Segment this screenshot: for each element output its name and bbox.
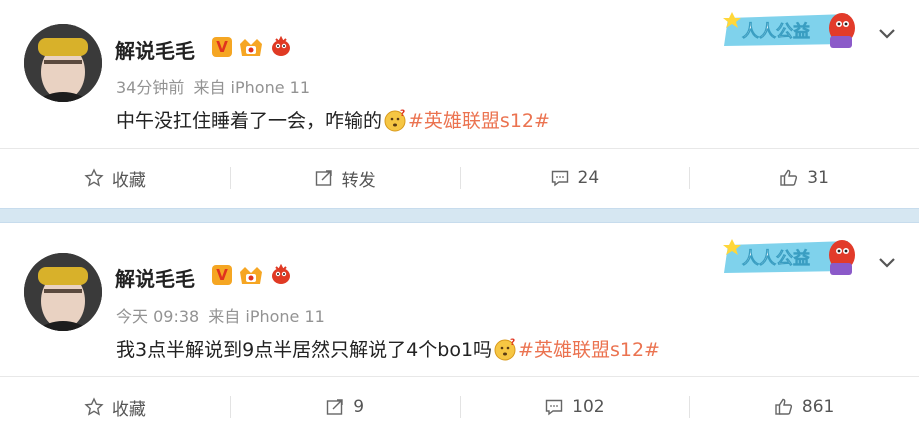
svg-text:?: ? (400, 109, 405, 119)
weibo-post-card: 解说毛毛 V 34分钟前 来自 iPhone 11 中午没扛住睡着了一会，咋输的… (0, 0, 919, 208)
favorite-label: 收藏 (111, 399, 146, 420)
divider (0, 376, 919, 377)
gongyi-badge[interactable]: 人人公益 (718, 231, 870, 279)
gongyi-badge[interactable]: 人人公益 (718, 4, 870, 52)
post-text: 我3点半解说到9点半居然只解说了4个bo1吗 (116, 339, 493, 361)
star-icon (84, 397, 104, 416)
verified-v-badge-icon[interactable]: V (212, 265, 232, 285)
repost-button[interactable]: 转发 (229, 155, 460, 201)
thinking-question-emoji-icon: ? (384, 109, 406, 131)
hashtag-link[interactable]: #英雄联盟s12# (518, 335, 660, 362)
favorite-button[interactable]: 收藏 (0, 155, 230, 201)
favorite-button[interactable]: 收藏 (0, 384, 230, 421)
crown-badge-icon (240, 267, 262, 284)
weibo-post-card: 解说毛毛 V 今天 09:38 来自 iPhone 11 我3点半解说到9点半居… (0, 223, 919, 421)
username[interactable]: 解说毛毛 (115, 263, 195, 292)
avatar[interactable] (24, 24, 102, 102)
chevron-down-icon[interactable] (876, 251, 898, 273)
post-content: 我3点半解说到9点半居然只解说了4个bo1吗 ? #英雄联盟s12# (116, 335, 660, 362)
svg-text:?: ? (510, 338, 515, 348)
comment-count: 102 (572, 397, 605, 417)
like-count: 861 (801, 397, 835, 417)
favorite-label: 收藏 (111, 170, 146, 191)
comment-count: 24 (577, 168, 600, 188)
star-icon (84, 168, 104, 187)
thinking-question-emoji-icon: ? (494, 338, 516, 360)
like-button[interactable]: 31 (689, 155, 919, 201)
post-meta: 34分钟前 来自 iPhone 11 (116, 74, 310, 98)
feed-separator (0, 208, 919, 223)
comment-button[interactable]: 24 (459, 155, 690, 201)
username[interactable]: 解说毛毛 (115, 35, 195, 64)
repost-label: 转发 (341, 170, 376, 191)
red-fish-mascot-icon (272, 36, 290, 56)
like-button[interactable]: 861 (689, 384, 919, 421)
post-content: 中午没扛住睡着了一会，咋输的 ? #英雄联盟s12# (116, 106, 550, 133)
gongyi-label: 人人公益 (742, 248, 810, 269)
crown-badge-icon (240, 39, 262, 56)
comment-icon (545, 399, 563, 416)
post-time[interactable]: 今天 09:38 (116, 307, 199, 326)
user-badges: V (212, 264, 292, 286)
repost-button[interactable]: 9 (229, 384, 460, 421)
comment-button[interactable]: 102 (459, 384, 690, 421)
post-actions: 收藏 转发 24 31 (0, 155, 919, 201)
hashtag-link[interactable]: #英雄联盟s12# (408, 106, 550, 133)
repost-icon (327, 399, 343, 415)
post-source: 来自 iPhone 11 (208, 307, 325, 326)
thumbs-up-icon (775, 398, 792, 415)
gongyi-label: 人人公益 (742, 21, 810, 42)
like-count: 31 (807, 168, 829, 188)
verified-v-badge-icon[interactable]: V (212, 37, 232, 57)
comment-icon (551, 170, 568, 187)
repost-icon (315, 170, 332, 186)
user-badges: V (212, 36, 292, 58)
chevron-down-icon[interactable] (876, 22, 898, 44)
post-actions: 收藏 9 102 861 (0, 384, 919, 421)
red-fish-mascot-icon (272, 264, 290, 284)
avatar[interactable] (24, 253, 102, 331)
post-meta: 今天 09:38 来自 iPhone 11 (116, 303, 325, 327)
post-time[interactable]: 34分钟前 (116, 78, 184, 97)
repost-count: 9 (353, 397, 365, 417)
thumbs-up-icon (780, 169, 798, 186)
post-text: 中午没扛住睡着了一会，咋输的 (116, 110, 383, 132)
post-source: 来自 iPhone 11 (193, 78, 311, 97)
divider (0, 148, 919, 149)
